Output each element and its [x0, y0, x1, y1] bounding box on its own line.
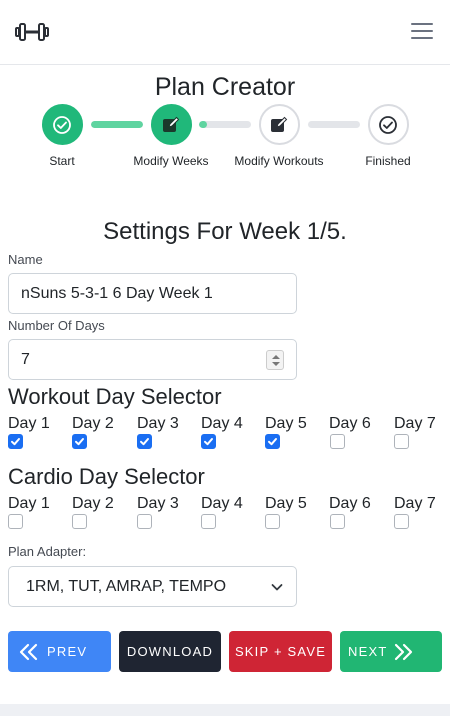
step-label: Finished [365, 154, 411, 168]
check-icon [11, 438, 20, 446]
day-option: Day 4 [201, 495, 257, 529]
day-label: Day 6 [329, 495, 371, 512]
page-title: Plan Creator [154, 73, 296, 101]
day-option: Day 4 [201, 415, 257, 449]
workout-day-selector-title: Workout Day Selector [8, 384, 222, 409]
step-modify-weeks: Modify Weeks [119, 104, 223, 168]
day-label: Day 1 [8, 495, 50, 512]
step-finished: Finished [336, 104, 440, 168]
day-label: Day 7 [394, 415, 436, 432]
day-option: Day 6 [329, 495, 385, 529]
day-label: Day 2 [72, 415, 114, 432]
skip-save-button[interactable]: SKIP + SAVE [229, 631, 332, 672]
day-label: Day 7 [394, 495, 436, 512]
day-label: Day 5 [265, 415, 307, 432]
download-button[interactable]: DOWNLOAD [119, 631, 221, 672]
day-option: Day 3 [137, 495, 193, 529]
day-option: Day 7 [394, 495, 450, 529]
day-checkbox[interactable] [330, 434, 345, 449]
day-label: Day 1 [8, 415, 50, 432]
check-icon [268, 438, 277, 446]
day-label: Day 3 [137, 415, 179, 432]
check-icon [75, 438, 84, 446]
day-label: Day 6 [329, 415, 371, 432]
name-label: Name [8, 252, 43, 267]
next-button-label: NEXT [348, 644, 388, 659]
check-circle-icon [53, 115, 71, 134]
day-checkbox-checked[interactable] [8, 434, 23, 449]
day-option: Day 5 [265, 415, 321, 449]
day-checkbox-checked[interactable] [72, 434, 87, 449]
progress-fill-2 [199, 121, 207, 128]
navbar [0, 0, 450, 65]
day-label: Day 3 [137, 495, 179, 512]
day-checkbox-checked[interactable] [265, 434, 280, 449]
step-finished-circle [367, 104, 409, 145]
settings-title: Settings For Week 1/5. [103, 218, 347, 245]
step-modify-weeks-circle [150, 104, 192, 145]
edit-square-icon [163, 116, 180, 132]
chevron-down-icon [271, 584, 283, 591]
step-start-circle [41, 104, 83, 145]
stepper-up-icon[interactable] [272, 355, 280, 359]
day-label: Day 4 [201, 495, 243, 512]
day-option: Day 5 [265, 495, 321, 529]
day-option: Day 6 [329, 415, 385, 449]
day-checkbox[interactable] [265, 514, 280, 529]
day-option: Day 1 [8, 495, 64, 529]
day-checkbox-checked[interactable] [137, 434, 152, 449]
step-label: Modify Workouts [234, 154, 324, 168]
name-input[interactable] [8, 273, 297, 314]
plan-adapter-select[interactable]: 1RM, TUT, AMRAP, TEMPO [8, 566, 297, 607]
footer [0, 704, 450, 716]
dumbbell-icon[interactable] [15, 20, 49, 44]
skip-save-button-label: SKIP + SAVE [234, 644, 327, 659]
check-icon [140, 438, 149, 446]
step-label: Modify Weeks [133, 154, 209, 168]
double-chevron-right-icon [395, 643, 413, 660]
day-checkbox[interactable] [72, 514, 87, 529]
day-checkbox[interactable] [394, 434, 409, 449]
step-modify-workouts-circle [258, 104, 300, 145]
number-of-days-input[interactable] [8, 339, 297, 380]
day-checkbox[interactable] [201, 514, 216, 529]
hamburger-menu-icon[interactable] [411, 23, 433, 41]
number-stepper[interactable] [266, 350, 284, 370]
step-start: Start [10, 104, 114, 168]
day-option: Day 2 [72, 495, 128, 529]
step-label: Start [49, 154, 75, 168]
stepper-down-icon[interactable] [272, 362, 280, 366]
check-circle-icon [379, 115, 397, 134]
day-checkbox[interactable] [8, 514, 23, 529]
step-modify-workouts: Modify Workouts [227, 104, 331, 168]
prev-button[interactable]: PREV [8, 631, 111, 672]
day-label: Day 2 [72, 495, 114, 512]
prev-button-label: PREV [47, 644, 88, 659]
day-checkbox[interactable] [394, 514, 409, 529]
cardio-day-selector-title: Cardio Day Selector [8, 464, 205, 489]
day-checkbox[interactable] [137, 514, 152, 529]
number-of-days-label: Number Of Days [8, 318, 105, 333]
day-option: Day 1 [8, 415, 64, 449]
next-button[interactable]: NEXT [340, 631, 442, 672]
day-checkbox[interactable] [330, 514, 345, 529]
edit-square-icon [271, 116, 288, 132]
day-option: Day 3 [137, 415, 193, 449]
day-option: Day 7 [394, 415, 450, 449]
day-label: Day 4 [201, 415, 243, 432]
download-button-label: DOWNLOAD [126, 644, 214, 659]
day-option: Day 2 [72, 415, 128, 449]
day-checkbox-checked[interactable] [201, 434, 216, 449]
day-label: Day 5 [265, 495, 307, 512]
check-icon [204, 438, 213, 446]
double-chevron-left-icon [19, 643, 38, 660]
plan-adapter-label: Plan Adapter: [8, 544, 87, 559]
plan-adapter-value: 1RM, TUT, AMRAP, TEMPO [26, 578, 227, 595]
